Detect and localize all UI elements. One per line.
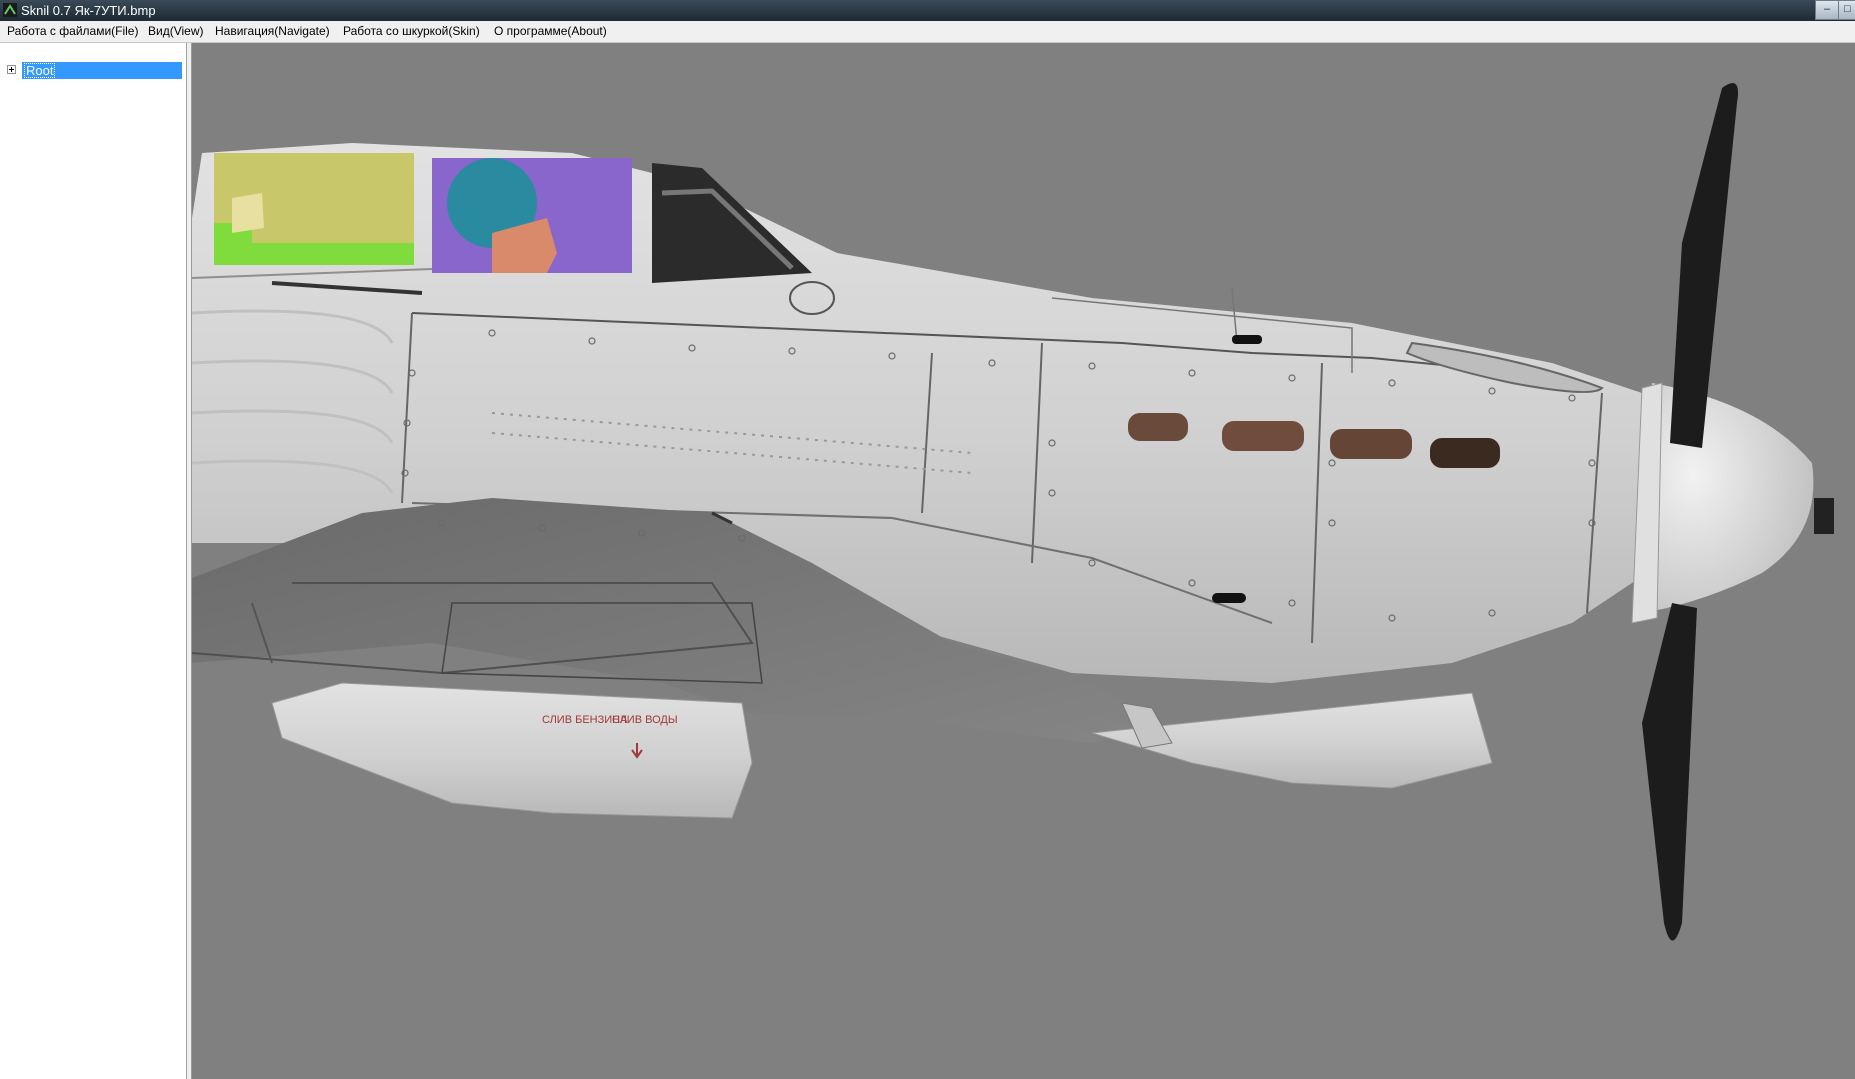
menu-bar: Работа с файлами(File) Вид(View) Навигац…	[0, 21, 1855, 43]
maximize-button[interactable]: □	[1838, 0, 1855, 20]
menu-about[interactable]: О программе(About)	[494, 24, 607, 38]
menu-skin[interactable]: Работа со шкуркой(Skin)	[343, 24, 480, 38]
menu-view[interactable]: Вид(View)	[148, 24, 204, 38]
title-bar: Sknil 0.7 Як-7УТИ.bmp – □	[0, 0, 1855, 21]
menu-file[interactable]: Работа с файлами(File)	[7, 24, 138, 38]
tree-node-label: Root	[24, 63, 56, 78]
window-title: Sknil 0.7 Як-7УТИ.bmp	[21, 3, 156, 18]
plus-box-icon[interactable]	[7, 65, 16, 74]
menu-navigate[interactable]: Навигация(Navigate)	[215, 24, 330, 38]
app-icon	[3, 3, 17, 17]
propeller-spinner	[1631, 382, 1834, 624]
tree-node-label-selected[interactable]: Root	[22, 62, 182, 79]
tree-node-root[interactable]: Root	[4, 62, 182, 79]
water-drain-marking: СЛИВ ВОДЫ	[612, 714, 678, 726]
aircraft-model: СЛИВ БЕНЗИНА СЛИВ ВОДЫ	[192, 83, 1834, 941]
minimize-button[interactable]: –	[1815, 0, 1839, 20]
3d-viewport[interactable]: СЛИВ БЕНЗИНА СЛИВ ВОДЫ	[192, 43, 1855, 1079]
tree-panel[interactable]: Root	[0, 43, 187, 1079]
